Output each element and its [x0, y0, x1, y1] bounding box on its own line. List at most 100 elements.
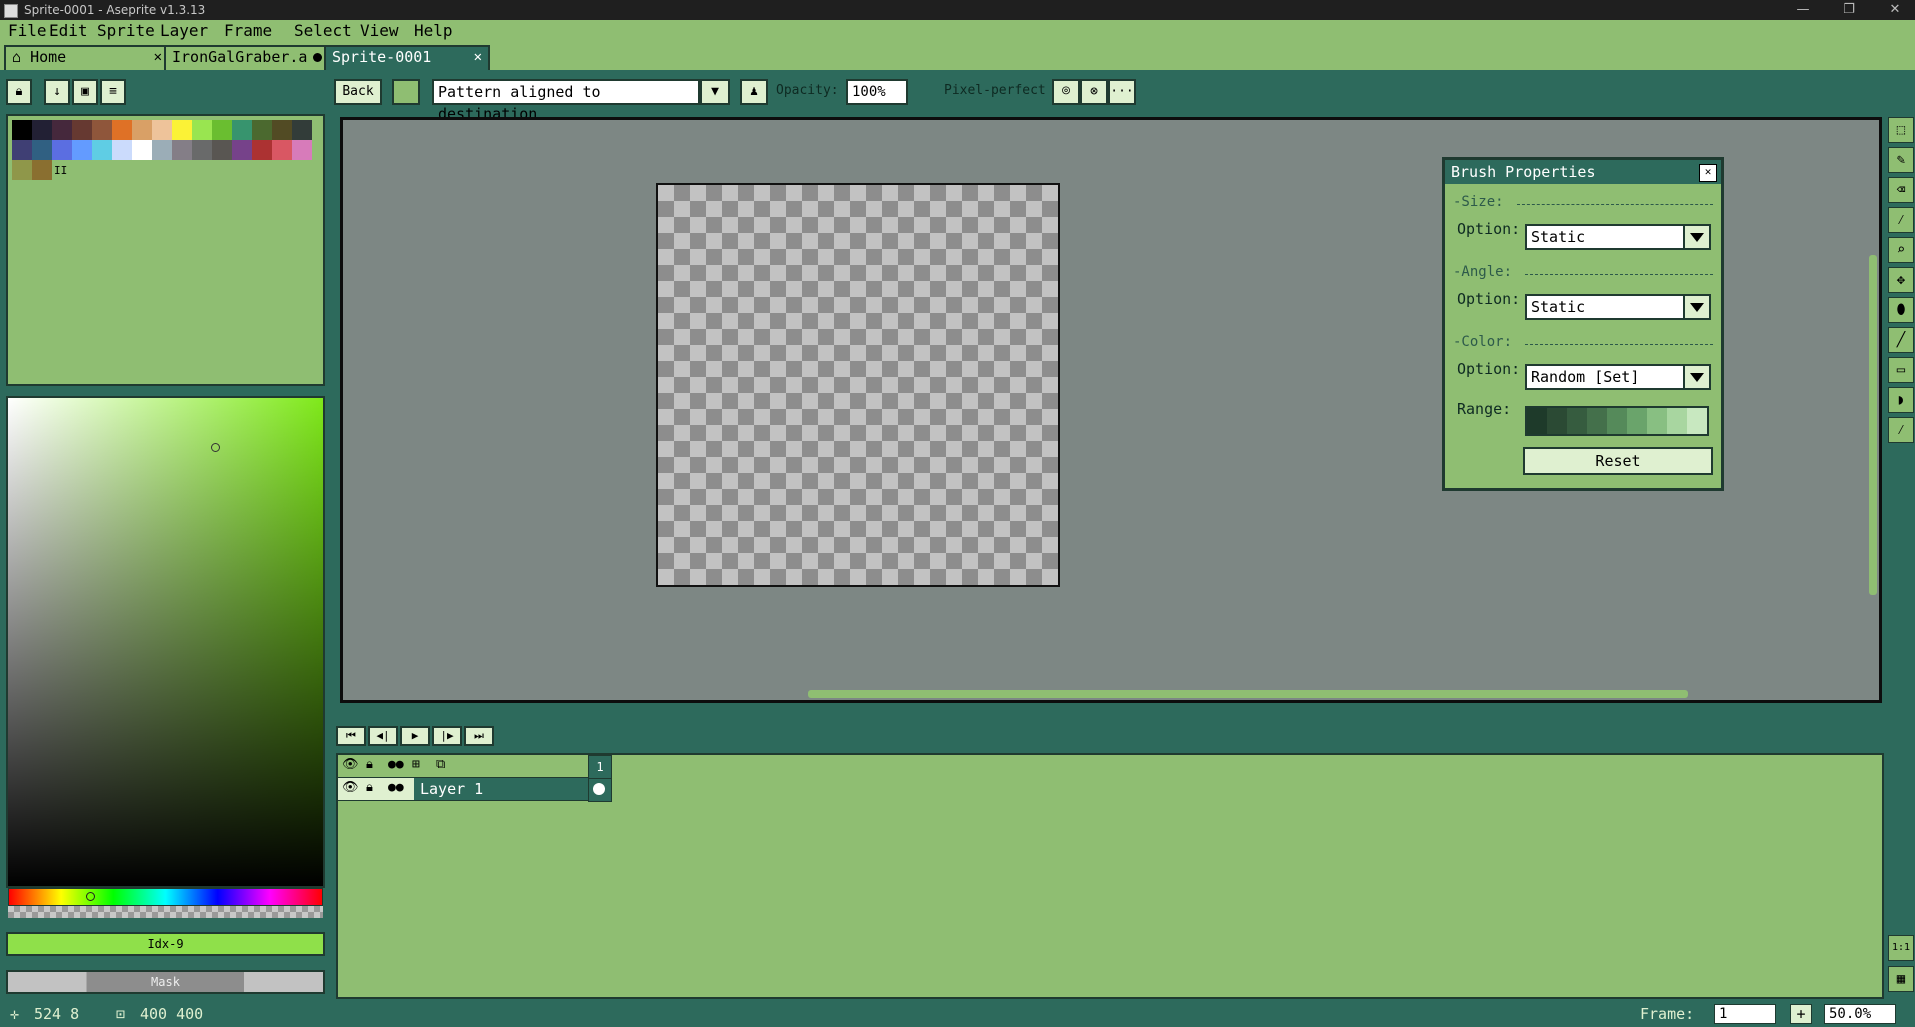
- palette-swatch[interactable]: [192, 120, 212, 140]
- actual-size-icon[interactable]: 1:1: [1888, 935, 1914, 961]
- palette-swatch[interactable]: [72, 140, 92, 160]
- palette-swatch[interactable]: [72, 120, 92, 140]
- first-frame-icon[interactable]: ⏮: [336, 726, 366, 746]
- frame-input[interactable]: 1: [1714, 1004, 1776, 1024]
- layer-name[interactable]: Layer 1: [414, 778, 588, 800]
- minimize-button[interactable]: —: [1780, 0, 1826, 20]
- palette-swatch[interactable]: [152, 120, 172, 140]
- eye-icon[interactable]: 👁︎: [342, 780, 359, 795]
- ink-icon[interactable]: ♟: [740, 79, 768, 105]
- onion-skin-icon[interactable]: ●●: [388, 757, 404, 772]
- menu-view[interactable]: View: [360, 21, 399, 41]
- zoom-icon[interactable]: ⌕: [1888, 237, 1914, 263]
- ink-mode-select[interactable]: Pattern aligned to destination: [432, 79, 700, 123]
- palette-swatch[interactable]: [12, 160, 32, 180]
- blur-icon[interactable]: ⁄: [1888, 417, 1914, 443]
- palette-more-indicator[interactable]: II: [54, 164, 67, 177]
- visibility-header-icon[interactable]: 👁︎: [342, 757, 359, 772]
- eraser-icon[interactable]: ⌫: [1888, 177, 1914, 203]
- palette-swatch[interactable]: [172, 120, 192, 140]
- last-frame-icon[interactable]: ⏭: [464, 726, 494, 746]
- timeline-toggle-icon[interactable]: ▦: [1888, 966, 1914, 992]
- palette-swatch[interactable]: [232, 120, 252, 140]
- menu-icon[interactable]: ≡: [100, 79, 126, 105]
- more-options-button[interactable]: ···: [1108, 79, 1136, 105]
- paint-bucket-icon[interactable]: ⬮: [1888, 297, 1914, 323]
- palette-swatch[interactable]: [272, 120, 292, 140]
- palette-swatch[interactable]: [52, 140, 72, 160]
- rectangular-marquee-icon[interactable]: ⬚: [1888, 117, 1914, 143]
- eyedropper-icon[interactable]: ⁄: [1888, 207, 1914, 233]
- chevron-down-icon[interactable]: [1683, 226, 1709, 248]
- pencil-icon[interactable]: ✎: [1888, 147, 1914, 173]
- palette-swatch[interactable]: [252, 120, 272, 140]
- chevron-down-icon[interactable]: [1683, 366, 1709, 388]
- frame-header-1[interactable]: 1: [588, 755, 612, 779]
- chevron-down-icon[interactable]: [1683, 296, 1709, 318]
- sprite-canvas[interactable]: [656, 183, 1060, 587]
- color-picker-cursor[interactable]: [211, 443, 220, 452]
- ink-dropdown-arrow[interactable]: ▼: [700, 79, 730, 105]
- lock-icon[interactable]: 🔒︎: [6, 79, 32, 105]
- palette-swatch[interactable]: [132, 140, 152, 160]
- next-frame-icon[interactable]: |▶︎: [432, 726, 462, 746]
- palette-swatch[interactable]: [92, 140, 112, 160]
- close-window-button[interactable]: ✕: [1872, 0, 1915, 20]
- maximize-button[interactable]: ❐: [1826, 0, 1872, 20]
- palette-swatch[interactable]: [12, 140, 32, 160]
- color-range-bar[interactable]: [1525, 406, 1709, 436]
- palette-swatch[interactable]: [272, 140, 292, 160]
- palette-swatch[interactable]: [172, 140, 192, 160]
- menu-edit[interactable]: Edit: [49, 21, 88, 41]
- palette-swatch[interactable]: [112, 120, 132, 140]
- angle-option-select[interactable]: Static: [1525, 294, 1711, 320]
- hue-slider[interactable]: [8, 888, 323, 906]
- cel-frame-1[interactable]: [588, 778, 612, 802]
- symmetry-icon[interactable]: ⊗: [1080, 79, 1108, 105]
- menu-frame[interactable]: Frame: [224, 21, 272, 41]
- palette-swatch[interactable]: [212, 120, 232, 140]
- palette-swatch[interactable]: [252, 140, 272, 160]
- menu-help[interactable]: Help: [414, 21, 453, 41]
- color-index-bar[interactable]: Idx-9: [6, 932, 325, 956]
- palette-swatch[interactable]: [32, 140, 52, 160]
- menu-sprite[interactable]: Sprite: [97, 21, 155, 41]
- palette-swatch[interactable]: [12, 120, 32, 140]
- zoom-input[interactable]: 50.0%: [1824, 1004, 1896, 1024]
- download-icon[interactable]: ↓: [44, 79, 70, 105]
- color-spectrum[interactable]: [6, 396, 325, 888]
- palette-swatch[interactable]: [292, 140, 312, 160]
- lock-icon[interactable]: 🔒︎: [366, 780, 373, 795]
- horizontal-scrollbar[interactable]: [808, 690, 1688, 698]
- lock-header-icon[interactable]: 🔒︎: [366, 757, 373, 772]
- color-swatch-button[interactable]: [392, 79, 420, 105]
- palette-swatch[interactable]: [212, 140, 232, 160]
- palette-swatch[interactable]: [132, 120, 152, 140]
- close-tab-icon[interactable]: ✕: [154, 47, 162, 68]
- palette-swatch[interactable]: [32, 120, 52, 140]
- palette-swatch[interactable]: [152, 140, 172, 160]
- reset-button[interactable]: Reset: [1523, 447, 1713, 475]
- layer-row[interactable]: 👁︎ 🔒︎ ●● Layer 1: [338, 778, 588, 801]
- layer-group-icon[interactable]: ⧉: [436, 757, 445, 772]
- back-button[interactable]: Back: [334, 79, 382, 105]
- opacity-input[interactable]: 100%: [846, 79, 908, 105]
- menu-file[interactable]: File: [8, 21, 47, 41]
- color-option-select[interactable]: Random [Set]: [1525, 364, 1711, 390]
- mask-color-bar[interactable]: Mask: [6, 970, 325, 994]
- vertical-scrollbar[interactable]: [1869, 255, 1877, 595]
- size-option-select[interactable]: Static: [1525, 224, 1711, 250]
- palette-swatch[interactable]: [192, 140, 212, 160]
- menu-layer[interactable]: Layer: [160, 21, 208, 41]
- palette-swatch[interactable]: [32, 160, 52, 180]
- palette-swatch[interactable]: [232, 140, 252, 160]
- save-icon[interactable]: ▣: [72, 79, 98, 105]
- dialog-close-icon[interactable]: ✕: [1699, 164, 1717, 182]
- continuous-icon[interactable]: ●●: [388, 780, 404, 795]
- add-frame-button[interactable]: +: [1790, 1004, 1812, 1024]
- pixel-perfect-toggle[interactable]: ⌾: [1052, 79, 1080, 105]
- alpha-slider[interactable]: [8, 906, 323, 918]
- contour-icon[interactable]: ◗: [1888, 387, 1914, 413]
- line-icon[interactable]: ╱: [1888, 327, 1914, 353]
- play-icon[interactable]: ▶: [400, 726, 430, 746]
